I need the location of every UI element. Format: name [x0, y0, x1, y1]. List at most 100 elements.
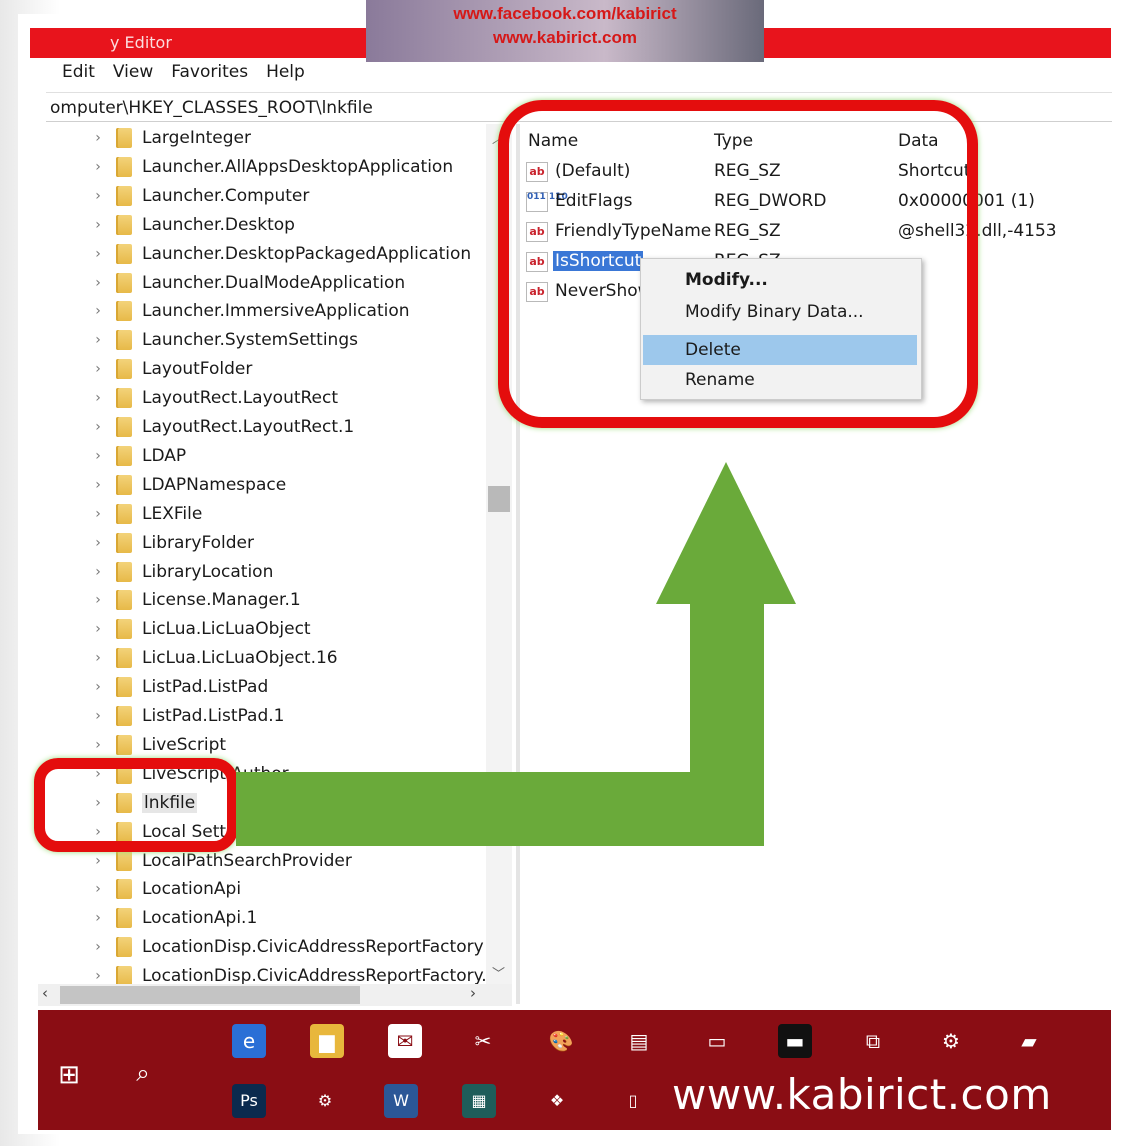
expand-chevron-icon[interactable]: ›	[88, 708, 108, 724]
expand-chevron-icon[interactable]: ›	[88, 303, 108, 319]
expand-chevron-icon[interactable]: ›	[88, 737, 108, 753]
horizontal-scroll-thumb[interactable]	[60, 986, 360, 1004]
folder-icon	[116, 706, 132, 726]
tree-item[interactable]: › Launcher.DesktopPackagedApplication	[74, 240, 471, 268]
tree-item[interactable]: › LDAP	[74, 442, 186, 470]
settings-icon[interactable]: ⚙	[934, 1024, 968, 1058]
expand-chevron-icon[interactable]: ›	[88, 939, 108, 955]
menu-item-modify-binary[interactable]: Modify Binary Data...	[643, 297, 917, 327]
tree-item[interactable]: › LocationDisp.CivicAddressReportFactory.…	[74, 962, 497, 984]
expand-chevron-icon[interactable]: ›	[88, 332, 108, 348]
network-icon[interactable]: ⧉	[856, 1024, 890, 1058]
tree-item[interactable]: › Launcher.DualModeApplication	[74, 269, 405, 297]
green-arrow-horizontal	[236, 772, 764, 846]
expand-chevron-icon[interactable]: ›	[88, 390, 108, 406]
tree-item[interactable]: › LibraryFolder	[74, 529, 254, 557]
highlight-lnkfile-frame	[34, 758, 238, 852]
menu-help[interactable]: Help	[264, 62, 307, 88]
tree-item[interactable]: › Launcher.SystemSettings	[74, 326, 358, 354]
scroll-left-icon[interactable]: ‹	[42, 984, 48, 1002]
folder-icon	[116, 648, 132, 669]
tree-item[interactable]: › ListPad.ListPad	[74, 673, 268, 701]
control-panel-icon[interactable]: ⚙	[308, 1084, 342, 1118]
tree-item[interactable]: › Launcher.AllAppsDesktopApplication	[74, 153, 453, 181]
menu-item-rename[interactable]: Rename	[643, 365, 917, 395]
tree-item[interactable]: › LocationApi.1	[74, 904, 257, 932]
expand-chevron-icon[interactable]: ›	[88, 448, 108, 464]
search-icon[interactable]: ⌕	[126, 1056, 160, 1090]
expand-chevron-icon[interactable]: ›	[88, 361, 108, 377]
tree-item[interactable]: › LayoutRect.LayoutRect	[74, 384, 338, 412]
registry-icon[interactable]: ❖	[540, 1084, 574, 1118]
edge-icon[interactable]: e	[232, 1024, 266, 1058]
expand-chevron-icon[interactable]: ›	[88, 188, 108, 204]
expand-chevron-icon[interactable]: ›	[88, 275, 108, 291]
menu-view[interactable]: View	[111, 62, 155, 88]
tree-item[interactable]: › LibraryLocation	[74, 558, 273, 586]
photoshop-icon[interactable]: Ps	[232, 1084, 266, 1118]
command-prompt-icon[interactable]: ▬	[778, 1024, 812, 1058]
folder-icon	[116, 908, 132, 929]
tree-item-label: LayoutRect.LayoutRect	[142, 388, 339, 409]
media-icon[interactable]: ▦	[462, 1084, 496, 1118]
expand-chevron-icon[interactable]: ›	[88, 968, 108, 984]
menu-item-modify[interactable]: Modify...	[643, 265, 917, 295]
expand-chevron-icon[interactable]: ›	[88, 506, 108, 522]
tree-item[interactable]: › ListPad.ListPad.1	[74, 702, 284, 730]
expand-chevron-icon[interactable]: ›	[88, 564, 108, 580]
expand-chevron-icon[interactable]: ›	[88, 910, 108, 926]
notes-icon[interactable]: ▯	[616, 1084, 650, 1118]
windows-start-icon[interactable]: ⊞	[52, 1058, 86, 1092]
folder-icon	[116, 417, 132, 437]
word-icon[interactable]: W	[384, 1084, 418, 1118]
expand-chevron-icon[interactable]: ›	[88, 650, 108, 666]
context-menu: Modify... Modify Binary Data... Delete R…	[640, 258, 922, 400]
expand-chevron-icon[interactable]: ›	[88, 130, 108, 146]
expand-chevron-icon[interactable]: ›	[88, 159, 108, 175]
expand-chevron-icon[interactable]: ›	[88, 419, 108, 435]
expand-chevron-icon[interactable]: ›	[88, 477, 108, 493]
menu-favorites[interactable]: Favorites	[169, 62, 250, 88]
tree-item[interactable]: › Launcher.Desktop	[74, 211, 295, 239]
expand-chevron-icon[interactable]: ›	[88, 621, 108, 637]
tree-item-label: LibraryLocation	[142, 561, 274, 582]
tree-item[interactable]: › LayoutRect.LayoutRect.1	[74, 413, 354, 441]
expand-chevron-icon[interactable]: ›	[88, 881, 108, 897]
notepad-icon[interactable]: ▰	[1012, 1024, 1046, 1058]
tree-item[interactable]: › LocationDisp.CivicAddressReportFactory	[74, 933, 484, 961]
tree-item[interactable]: › Launcher.Computer	[74, 182, 309, 210]
folder-icon	[116, 734, 132, 755]
scroll-thumb[interactable]	[488, 486, 510, 512]
expand-chevron-icon[interactable]: ›	[88, 535, 108, 551]
tree-item-label: LocalPathSearchProvider	[142, 850, 352, 871]
expand-chevron-icon[interactable]: ›	[88, 592, 108, 608]
scroll-down-icon[interactable]: ﹀	[492, 963, 505, 982]
tree-item[interactable]: › LEXFile	[74, 500, 202, 528]
expand-chevron-icon[interactable]: ›	[88, 246, 108, 262]
tree-item[interactable]: › LiveScript	[74, 731, 226, 759]
tree-item[interactable]: › License.Manager.1	[74, 586, 301, 614]
tree-item[interactable]: › LDAPNamespace	[74, 471, 286, 499]
expand-chevron-icon[interactable]: ›	[88, 853, 108, 869]
menu-edit[interactable]: Edit	[60, 62, 97, 88]
tree-item[interactable]: › LicLua.LicLuaObject	[74, 615, 311, 643]
tree-item[interactable]: › LocationApi	[74, 875, 241, 903]
tree-item[interactable]: › LayoutFolder	[74, 355, 252, 383]
menu-item-delete[interactable]: Delete	[643, 335, 917, 365]
paint-icon[interactable]: 🎨	[544, 1024, 578, 1058]
snipping-tool-icon[interactable]: ✂	[466, 1024, 500, 1058]
remote-desktop-icon[interactable]: ▭	[700, 1024, 734, 1058]
expand-chevron-icon[interactable]: ›	[88, 217, 108, 233]
expand-chevron-icon[interactable]: ›	[88, 679, 108, 695]
tree-item-label: Launcher.DesktopPackagedApplication	[142, 243, 472, 264]
contacts-icon[interactable]: ▤	[622, 1024, 656, 1058]
tree-item[interactable]: › Launcher.ImmersiveApplication	[74, 297, 410, 325]
folder-icon	[116, 561, 132, 582]
scroll-right-icon[interactable]: ›	[470, 984, 476, 1002]
mail-icon[interactable]: ✉	[388, 1024, 422, 1058]
tree-item[interactable]: › LargeInteger	[74, 124, 251, 152]
tree-item[interactable]: › LicLua.LicLuaObject.16	[74, 644, 338, 672]
tree-horizontal-scrollbar[interactable]: ‹ ›	[38, 984, 512, 1006]
tree-item-label: Launcher.SystemSettings	[142, 330, 358, 351]
file-explorer-icon[interactable]: ▆	[310, 1024, 344, 1058]
